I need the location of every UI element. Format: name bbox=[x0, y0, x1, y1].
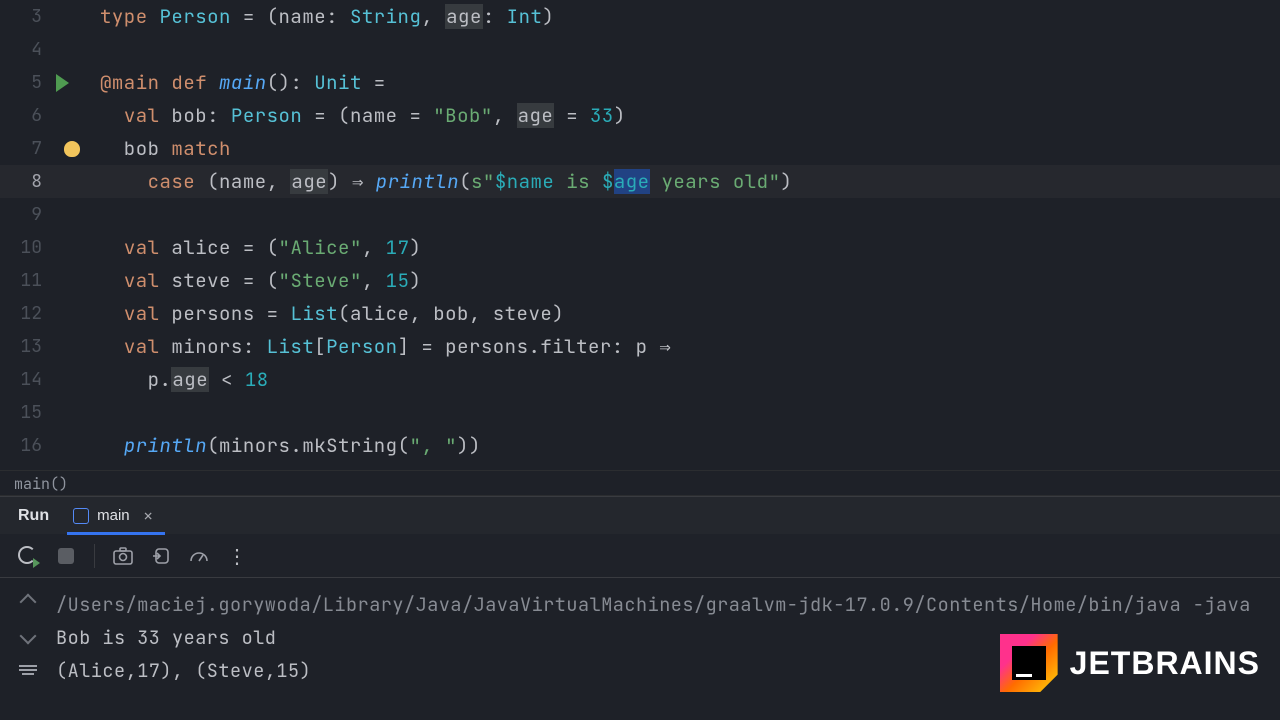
line-number: 13 bbox=[0, 335, 50, 358]
gutter-gap bbox=[50, 74, 100, 92]
jetbrains-logo-text: JETBRAINS bbox=[1070, 645, 1260, 682]
run-title: Run bbox=[18, 507, 49, 525]
soft-wrap-icon[interactable] bbox=[18, 660, 38, 680]
line-number: 14 bbox=[0, 368, 50, 391]
code-text[interactable]: @main def main(): Unit = bbox=[100, 70, 386, 95]
code-line[interactable]: 11 val steve = ("Steve", 15) bbox=[0, 264, 1280, 297]
code-line[interactable]: 9 bbox=[0, 198, 1280, 231]
scroll-up-icon[interactable] bbox=[18, 592, 38, 612]
line-number: 5 bbox=[0, 71, 50, 94]
line-number: 10 bbox=[0, 236, 50, 259]
console-gutter bbox=[0, 578, 56, 720]
line-number: 7 bbox=[0, 137, 50, 160]
code-text[interactable]: case (name, age) ⇒ println(s"$name is $a… bbox=[100, 169, 792, 194]
scroll-down-icon[interactable] bbox=[18, 626, 38, 646]
run-toolbar: ⋮ bbox=[0, 534, 1280, 578]
stop-button[interactable] bbox=[56, 546, 76, 566]
line-number: 16 bbox=[0, 434, 50, 457]
run-tab-main[interactable]: main ✕ bbox=[67, 497, 165, 535]
code-line[interactable]: 14 p.age < 18 bbox=[0, 363, 1280, 396]
line-number: 8 bbox=[0, 170, 50, 193]
line-number: 11 bbox=[0, 269, 50, 292]
run-gutter-icon[interactable] bbox=[56, 74, 69, 92]
code-line[interactable]: 3 type Person = (name: String, age: Int) bbox=[0, 0, 1280, 33]
code-text[interactable]: val minors: List[Person] = persons.filte… bbox=[100, 334, 671, 359]
console-command: /Users/maciej.gorywoda/Library/Java/Java… bbox=[56, 588, 1251, 621]
code-line[interactable]: 12 val persons = List(alice, bob, steve) bbox=[0, 297, 1280, 330]
toolbar-divider bbox=[94, 544, 95, 568]
jetbrains-logo-icon bbox=[1000, 634, 1058, 692]
line-number: 6 bbox=[0, 104, 50, 127]
code-text[interactable]: val steve = ("Steve", 15) bbox=[100, 268, 421, 293]
code-line[interactable]: 7 bob match bbox=[0, 132, 1280, 165]
code-line[interactable]: 6 val bob: Person = (name = "Bob", age =… bbox=[0, 99, 1280, 132]
code-editor[interactable]: 3 type Person = (name: String, age: Int) 4… bbox=[0, 0, 1280, 470]
application-icon bbox=[73, 508, 89, 524]
line-number: 15 bbox=[0, 401, 50, 424]
code-text[interactable]: type Person = (name: String, age: Int) bbox=[100, 4, 554, 29]
code-text[interactable]: val alice = ("Alice", 17) bbox=[100, 235, 421, 260]
code-text[interactable]: p.age < 18 bbox=[100, 367, 269, 392]
line-number: 12 bbox=[0, 302, 50, 325]
intention-bulb-icon[interactable] bbox=[64, 141, 80, 157]
jetbrains-logo: JETBRAINS bbox=[1000, 634, 1260, 692]
code-text[interactable]: val persons = List(alice, bob, steve) bbox=[100, 301, 564, 326]
more-actions-icon[interactable]: ⋮ bbox=[227, 546, 247, 566]
code-line[interactable]: 15 bbox=[0, 396, 1280, 429]
breadcrumb[interactable]: main() bbox=[0, 470, 1280, 496]
code-line[interactable]: 10 val alice = ("Alice", 17) bbox=[0, 231, 1280, 264]
run-toolwindow-header: Run main ✕ bbox=[0, 496, 1280, 534]
code-line[interactable]: 13 val minors: List[Person] = persons.fi… bbox=[0, 330, 1280, 363]
line-number: 9 bbox=[0, 203, 50, 226]
code-text[interactable]: val bob: Person = (name = "Bob", age = 3… bbox=[100, 103, 626, 128]
export-icon[interactable] bbox=[151, 546, 171, 566]
code-line[interactable]: 16 println(minors.mkString(", ")) bbox=[0, 429, 1280, 462]
code-line[interactable]: 8 case (name, age) ⇒ println(s"$name is … bbox=[0, 165, 1280, 198]
screenshot-icon[interactable] bbox=[113, 546, 133, 566]
run-tab-label: main bbox=[97, 507, 130, 524]
line-number: 3 bbox=[0, 5, 50, 28]
gutter-gap bbox=[50, 141, 100, 157]
close-icon[interactable]: ✕ bbox=[138, 506, 159, 526]
profiler-icon[interactable] bbox=[189, 546, 209, 566]
code-line[interactable]: 4 bbox=[0, 33, 1280, 66]
code-text[interactable]: bob match bbox=[100, 136, 231, 161]
code-line[interactable]: 5 @main def main(): Unit = bbox=[0, 66, 1280, 99]
rerun-button[interactable] bbox=[18, 546, 38, 566]
code-text[interactable]: println(minors.mkString(", ")) bbox=[100, 433, 481, 458]
tab-underline bbox=[67, 532, 165, 535]
line-number: 4 bbox=[0, 38, 50, 61]
